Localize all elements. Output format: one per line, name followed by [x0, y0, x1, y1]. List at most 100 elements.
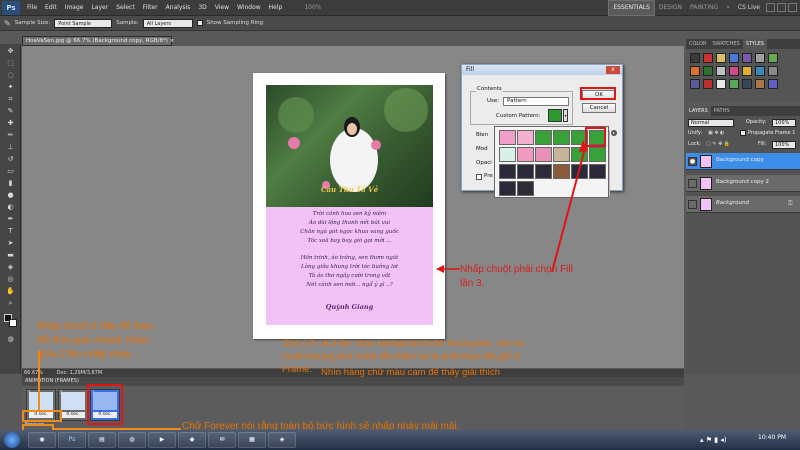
style-swatch[interactable]	[768, 79, 778, 89]
menu-view[interactable]: View	[211, 0, 233, 16]
sample-size-select[interactable]: Point Sample	[54, 18, 113, 28]
eye-icon[interactable]	[688, 179, 697, 188]
type-tool-icon[interactable]: T	[5, 226, 16, 236]
3d-rotate-icon[interactable]: ◈	[5, 262, 16, 272]
style-swatch[interactable]	[716, 66, 726, 76]
style-swatch[interactable]	[755, 53, 765, 63]
pattern-menu-arrow-icon[interactable]: ▸	[611, 130, 617, 136]
style-swatch[interactable]	[768, 53, 778, 63]
style-swatch[interactable]	[742, 53, 752, 63]
sample-select[interactable]: All Layers	[142, 18, 193, 28]
eyedropper-tool-icon[interactable]: ✎	[5, 106, 16, 116]
workspace-more[interactable]: »	[722, 1, 734, 15]
propagate-frame-checkbox[interactable]	[740, 130, 746, 136]
status-zoom[interactable]: 66.67%	[24, 370, 43, 376]
layer-row-background-copy[interactable]: ● Background copy	[686, 153, 800, 170]
magic-wand-icon[interactable]: ✦	[5, 82, 16, 92]
pen-tool-icon[interactable]: ✒	[5, 214, 16, 224]
menu-window[interactable]: Window	[233, 0, 265, 16]
style-swatch[interactable]	[703, 79, 713, 89]
menu-select[interactable]: Select	[112, 0, 139, 16]
opacity-input[interactable]: 100%	[772, 119, 796, 127]
brush-tool-icon[interactable]: ✏	[5, 130, 16, 140]
tab-color[interactable]: COLOR	[686, 39, 709, 49]
menu-edit[interactable]: Edit	[41, 0, 61, 16]
custom-pattern-swatch[interactable]	[548, 109, 562, 122]
taskbar-app-icon[interactable]: ◈	[268, 432, 296, 448]
workspace-painting[interactable]: PAINTING	[686, 1, 722, 15]
clone-stamp-icon[interactable]: ⊥	[5, 142, 16, 152]
maximize-icon[interactable]	[777, 3, 786, 12]
path-selection-icon[interactable]: ➤	[5, 238, 16, 248]
taskbar-media-icon[interactable]: ▶	[148, 432, 176, 448]
tab-layers[interactable]: LAYERS	[686, 106, 711, 116]
taskbar-ie-icon[interactable]: ◉	[28, 432, 56, 448]
menu-analysis[interactable]: Analysis	[162, 0, 195, 16]
menu-file[interactable]: File	[23, 0, 41, 16]
style-swatch[interactable]	[755, 66, 765, 76]
close-icon[interactable]	[788, 3, 797, 12]
workspace-design[interactable]: DESIGN	[655, 1, 686, 15]
style-swatch[interactable]	[703, 66, 713, 76]
eraser-tool-icon[interactable]: ▭	[5, 166, 16, 176]
dialog-close-button[interactable]: x	[606, 66, 620, 74]
workspace-essentials[interactable]: ESSENTIALS	[608, 0, 655, 16]
style-swatch[interactable]	[703, 53, 713, 63]
style-swatch[interactable]	[716, 53, 726, 63]
animation-frame-2[interactable]: 2 0 sec.	[58, 389, 88, 421]
eye-icon[interactable]: ●	[688, 157, 697, 166]
menu-filter[interactable]: Filter	[139, 0, 162, 16]
style-swatch[interactable]	[690, 66, 700, 76]
hand-tool-icon[interactable]: ✋	[5, 286, 16, 296]
healing-tool-icon[interactable]: ✚	[5, 118, 16, 128]
shape-tool-icon[interactable]: ▬	[5, 250, 16, 260]
taskbar-firefox-icon[interactable]: ◍	[118, 432, 146, 448]
quick-mask-icon[interactable]: ◍	[5, 334, 16, 344]
blend-mode-select[interactable]: Normal	[688, 119, 734, 127]
gradient-tool-icon[interactable]: ▮	[5, 178, 16, 188]
taskbar-app-icon[interactable]: ◆	[178, 432, 206, 448]
taskbar-app-icon[interactable]: ✉	[208, 432, 236, 448]
lock-icons[interactable]: ▢ ✎ ✥ 🔒	[706, 141, 730, 147]
style-swatch[interactable]	[729, 66, 739, 76]
minimize-icon[interactable]	[766, 3, 775, 12]
fill-input[interactable]: 100%	[772, 141, 796, 149]
eye-icon[interactable]	[688, 200, 697, 209]
document-tab[interactable]: HoaVaSen.jpg @ 66.7% (Background copy, R…	[22, 36, 174, 46]
style-swatch[interactable]	[729, 53, 739, 63]
tab-paths[interactable]: PATHS	[711, 106, 733, 116]
crop-tool-icon[interactable]: ⌗	[5, 94, 16, 104]
dodge-tool-icon[interactable]: ◐	[5, 202, 16, 212]
style-swatch[interactable]	[716, 79, 726, 89]
style-swatch[interactable]	[742, 66, 752, 76]
tab-swatches[interactable]: SWATCHES	[709, 39, 742, 49]
background-color-swatch[interactable]	[9, 319, 17, 327]
eyedropper-icon[interactable]: ✎	[4, 19, 11, 28]
taskbar-app-icon[interactable]: ▦	[238, 432, 266, 448]
marquee-tool-icon[interactable]: ⬚	[5, 58, 16, 68]
taskbar-folder-icon[interactable]: ▤	[88, 432, 116, 448]
start-button[interactable]	[4, 432, 20, 448]
style-swatch[interactable]	[742, 79, 752, 89]
cancel-button[interactable]: Cancel	[582, 103, 616, 113]
tab-styles[interactable]: STYLES	[742, 39, 768, 49]
show-sampling-ring-checkbox[interactable]	[196, 20, 203, 26]
frame-delay[interactable]: 0 sec.	[61, 412, 85, 418]
blur-tool-icon[interactable]: ●	[5, 190, 16, 200]
menu-image[interactable]: Image	[61, 0, 88, 16]
menu-help[interactable]: Help	[265, 0, 287, 16]
cs-live-button[interactable]: CS Live	[734, 1, 764, 15]
layer-row-background-copy-2[interactable]: Background copy 2	[686, 175, 800, 192]
move-tool-icon[interactable]: ✥	[5, 46, 16, 56]
style-swatch[interactable]	[755, 79, 765, 89]
style-swatch[interactable]	[768, 66, 778, 76]
zoom-tool-icon[interactable]: ⌕	[5, 298, 16, 308]
pattern-dropdown-arrow-icon[interactable]: ▾	[563, 109, 568, 122]
unify-icons[interactable]: ▣ ✥ ◐	[708, 130, 724, 136]
lasso-tool-icon[interactable]: ◌	[5, 70, 16, 80]
zoom-level[interactable]: 100%	[300, 0, 325, 16]
style-swatch[interactable]	[690, 79, 700, 89]
style-swatch[interactable]	[690, 53, 700, 63]
style-swatch[interactable]	[729, 79, 739, 89]
taskbar-photoshop-icon[interactable]: Ps	[58, 432, 86, 448]
